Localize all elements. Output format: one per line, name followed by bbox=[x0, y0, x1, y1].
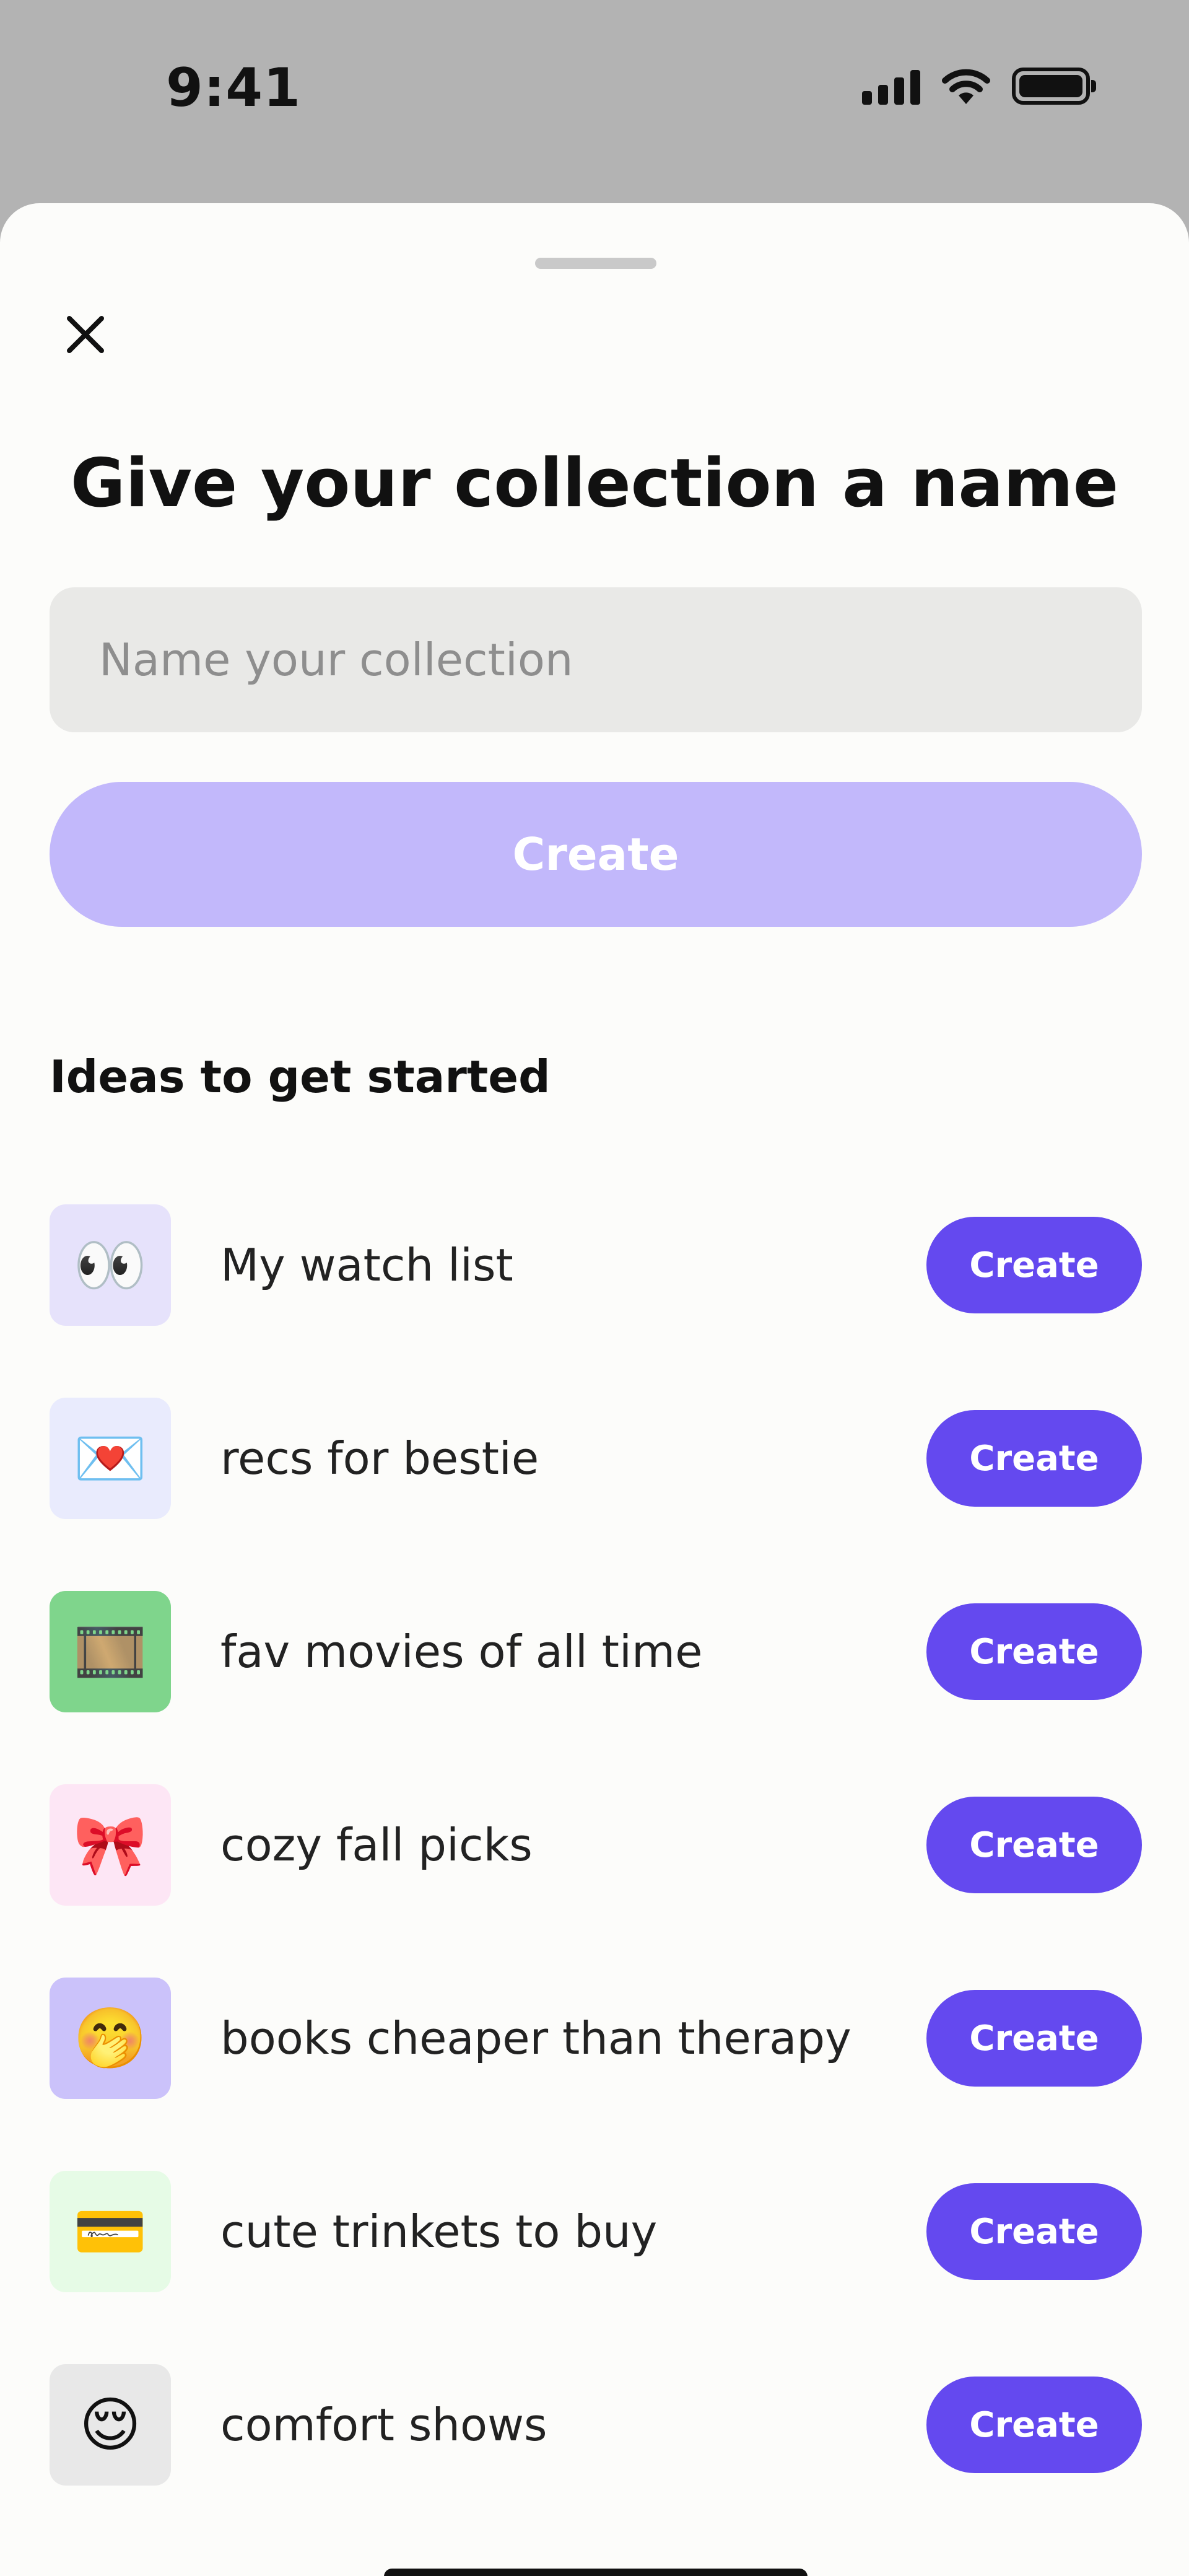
ideas-heading: Ideas to get started bbox=[50, 1051, 551, 1103]
create-idea-button[interactable]: Create bbox=[926, 1410, 1142, 1507]
idea-label: My watch list bbox=[220, 1239, 513, 1291]
idea-row-fav-movies: 🎞️ fav movies of all time Create bbox=[50, 1555, 1142, 1748]
credit-card-icon: 💳 bbox=[50, 2171, 171, 2292]
film-frames-icon: 🎞️ bbox=[50, 1591, 171, 1712]
status-icons bbox=[862, 67, 1096, 105]
idea-row-my-watch-list: 👀 My watch list Create bbox=[50, 1168, 1142, 1362]
create-idea-button[interactable]: Create bbox=[926, 1797, 1142, 1893]
idea-row-cute-trinkets: 💳 cute trinkets to buy Create bbox=[50, 2135, 1142, 2328]
ribbon-bow-icon: 🎀 bbox=[50, 1784, 171, 1906]
idea-label: cozy fall picks bbox=[220, 1819, 533, 1871]
idea-label: books cheaper than therapy bbox=[220, 2012, 851, 2064]
create-idea-button[interactable]: Create bbox=[926, 2183, 1142, 2280]
idea-row-recs-for-bestie: 💌 recs for bestie Create bbox=[50, 1362, 1142, 1555]
idea-label: comfort shows bbox=[220, 2399, 547, 2451]
page-title: Give your collection a name bbox=[70, 445, 1119, 522]
status-time: 9:41 bbox=[166, 57, 301, 119]
create-idea-button[interactable]: Create bbox=[926, 1603, 1142, 1700]
eyes-icon: 👀 bbox=[50, 1204, 171, 1326]
collection-sheet: Give your collection a name Create Ideas… bbox=[0, 203, 1189, 2576]
cellular-signal-icon bbox=[862, 68, 920, 105]
idea-label: recs for bestie bbox=[220, 1432, 539, 1484]
idea-row-cozy-fall-picks: 🎀 cozy fall picks Create bbox=[50, 1748, 1142, 1942]
close-icon bbox=[67, 316, 104, 353]
idea-row-comfort-shows: 😌 comfort shows Create bbox=[50, 2328, 1142, 2521]
wifi-icon bbox=[942, 69, 990, 104]
close-button[interactable] bbox=[59, 309, 111, 361]
status-bar: 9:41 bbox=[0, 0, 1189, 204]
battery-icon bbox=[1012, 68, 1096, 105]
idea-label: fav movies of all time bbox=[220, 1626, 703, 1678]
collection-name-input[interactable] bbox=[50, 587, 1142, 732]
create-idea-button[interactable]: Create bbox=[926, 2377, 1142, 2473]
sheet-grabber[interactable] bbox=[535, 258, 656, 269]
hand-over-mouth-face-icon: 🤭 bbox=[50, 1978, 171, 2099]
create-idea-button[interactable]: Create bbox=[926, 1990, 1142, 2087]
home-indicator bbox=[384, 2569, 808, 2576]
idea-label: cute trinkets to buy bbox=[220, 2206, 658, 2258]
love-letter-icon: 💌 bbox=[50, 1398, 171, 1519]
idea-row-books-cheaper-than-therapy: 🤭 books cheaper than therapy Create bbox=[50, 1942, 1142, 2135]
relieved-face-icon: 😌 bbox=[50, 2364, 171, 2486]
create-idea-button[interactable]: Create bbox=[926, 1217, 1142, 1313]
ideas-list: 👀 My watch list Create 💌 recs for bestie… bbox=[50, 1168, 1142, 2521]
create-button[interactable]: Create bbox=[50, 782, 1142, 927]
